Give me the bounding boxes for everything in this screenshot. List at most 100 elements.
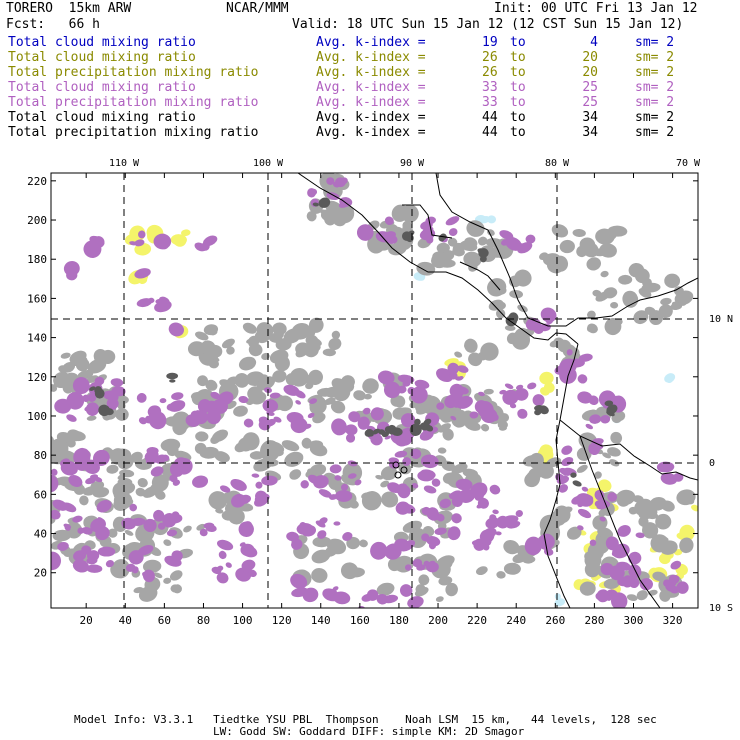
x-tick-label: 20 — [80, 614, 93, 627]
cloud-blob — [561, 457, 574, 467]
cloud-blob — [664, 273, 681, 288]
cloud-blob — [577, 508, 592, 519]
longitude-label: 90 W — [400, 158, 425, 169]
cloud-blob — [284, 451, 304, 467]
x-tick-label: 320 — [663, 614, 683, 627]
cloud-blob — [496, 571, 506, 579]
cloud-blob — [329, 464, 342, 474]
cloud-blob — [676, 489, 696, 506]
longitude-label: 100 W — [253, 158, 284, 169]
cloud-blob — [559, 239, 575, 254]
cloud-blob — [311, 568, 328, 583]
cloud-blob — [169, 379, 176, 383]
cloud-blob — [572, 228, 586, 238]
cloud-blob — [171, 392, 184, 401]
cloud-blob — [435, 596, 444, 602]
cloud-blob — [576, 464, 588, 473]
map-plot: 20 40 60 80 100 120 140 160 180 200 220 240 260 280 30… — [27, 158, 733, 627]
cloud-blob — [572, 480, 582, 487]
cloud-blob — [225, 562, 232, 568]
cloud-blob — [480, 423, 490, 432]
cloud-blob — [610, 431, 623, 444]
x-tick-label: 300 — [624, 614, 644, 627]
x-tick-label: 80 — [197, 614, 210, 627]
cloud-blob — [610, 301, 619, 309]
cloud-blob — [63, 260, 80, 277]
cloud-field — [51, 173, 698, 608]
y-tick-label: 120 — [27, 371, 47, 384]
cloud-blob — [60, 352, 71, 359]
cloud-blob — [163, 539, 172, 546]
y-tick-label: 60 — [34, 488, 47, 501]
latitude-label: 10 S — [709, 603, 733, 614]
x-tick-label: 220 — [467, 614, 487, 627]
cloud-blob — [561, 445, 573, 455]
cloud-blob — [97, 546, 116, 557]
x-tick-label: 240 — [506, 614, 526, 627]
cloud-blob — [622, 290, 639, 308]
cloud-blob — [397, 484, 411, 499]
x-tick-label: 260 — [545, 614, 565, 627]
cloud-blob — [585, 423, 594, 430]
cloud-blob — [183, 525, 192, 533]
cloud-blob — [216, 539, 234, 551]
cloud-blob — [86, 415, 97, 421]
x-tick-label: 120 — [272, 614, 292, 627]
y-tick-label: 200 — [27, 214, 47, 227]
cloud-blob — [447, 526, 461, 541]
y-tick-label: 80 — [34, 449, 47, 462]
cloud-blob — [483, 388, 494, 395]
cloud-blob — [195, 431, 209, 442]
cloud-blob — [192, 475, 209, 488]
cloud-blob — [551, 224, 569, 238]
cloud-blob — [66, 414, 77, 422]
cloud-blob — [124, 530, 134, 536]
x-tick-label: 200 — [428, 614, 448, 627]
cloud-blob — [445, 216, 460, 226]
cloud-blob — [300, 480, 309, 489]
cloud-blob — [106, 464, 119, 474]
cloud-blob — [489, 484, 501, 495]
cloud-blob — [166, 372, 179, 380]
cloud-blob — [540, 307, 557, 323]
cloud-blob — [504, 383, 514, 390]
cloud-blob — [361, 491, 382, 511]
x-tick-label: 160 — [350, 614, 370, 627]
cloud-blob — [454, 351, 463, 358]
cloud-blob — [664, 373, 676, 383]
cloud-blob — [218, 550, 227, 560]
cloud-blob — [517, 408, 528, 419]
x-tick-label: 280 — [584, 614, 604, 627]
cloud-blob — [599, 243, 617, 258]
cloud-blob — [617, 525, 631, 537]
cloud-blob — [110, 378, 124, 387]
y-tick-label: 220 — [27, 175, 47, 188]
cloud-blob — [691, 504, 698, 512]
cloud-blob — [333, 521, 341, 526]
cloud-blob — [626, 594, 638, 602]
cloud-blob — [503, 562, 521, 575]
y-tick-label: 140 — [27, 332, 47, 345]
cloud-blob — [243, 418, 254, 428]
latitude-label: 0 — [709, 458, 715, 469]
physics-info: LW: Godd SW: Goddard DIFF: simple KM: 2D… — [213, 725, 525, 738]
cloud-blob — [577, 374, 588, 384]
x-tick-label: 140 — [311, 614, 331, 627]
cloud-blob — [618, 274, 633, 285]
latitude-label: 10 N — [709, 314, 733, 325]
y-tick-label: 20 — [34, 567, 47, 580]
cloud-blob — [159, 398, 167, 404]
cloud-blob — [79, 495, 89, 506]
cloud-blob — [94, 388, 105, 399]
cloud-blob — [586, 257, 602, 271]
cloud-blob — [600, 270, 609, 278]
y-tick-label: 40 — [34, 528, 47, 541]
x-tick-label: 40 — [119, 614, 132, 627]
cloud-blob — [331, 330, 341, 340]
cloud-blob — [289, 469, 302, 480]
cloud-blob — [238, 356, 257, 371]
cloud-blob — [660, 297, 672, 306]
y-tick-label: 180 — [27, 253, 47, 266]
cloud-blob — [261, 352, 270, 360]
cloud-blob — [587, 323, 598, 334]
